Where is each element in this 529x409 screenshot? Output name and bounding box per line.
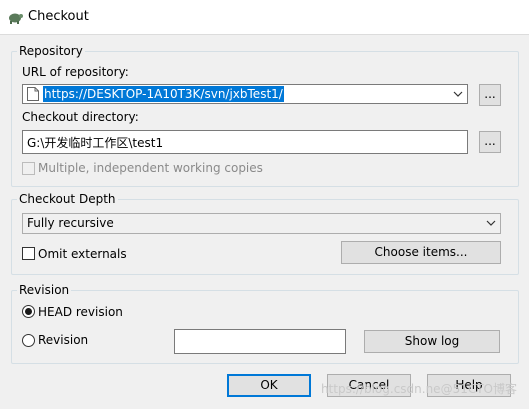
checkout-dir-browse-button[interactable]: ... bbox=[479, 131, 501, 153]
url-browse-button[interactable]: ... bbox=[479, 84, 501, 106]
choose-items-button[interactable]: Choose items... bbox=[341, 241, 501, 264]
chevron-down-icon[interactable] bbox=[486, 218, 496, 228]
chevron-down-icon[interactable] bbox=[453, 89, 463, 99]
radio-selected-dot bbox=[25, 308, 32, 315]
head-revision-radio[interactable] bbox=[22, 305, 35, 318]
omit-externals-checkbox[interactable] bbox=[22, 247, 35, 260]
show-log-button[interactable]: Show log bbox=[364, 330, 500, 353]
window-title: Checkout bbox=[28, 9, 89, 24]
tortoise-icon bbox=[9, 13, 23, 24]
revision-input[interactable] bbox=[174, 329, 346, 354]
ok-button[interactable]: OK bbox=[227, 374, 311, 397]
omit-externals-label: Omit externals bbox=[38, 247, 127, 261]
watermark-text: https://blog.csdn.ne@51CTO博客 bbox=[320, 382, 517, 396]
url-value[interactable]: https://DESKTOP-1A10T3K/svn/jxbTest1/ bbox=[43, 86, 284, 102]
url-label: URL of repository: bbox=[22, 65, 129, 79]
revision-label: Revision bbox=[38, 333, 89, 347]
head-revision-label: HEAD revision bbox=[38, 305, 123, 319]
repository-group-label: Repository bbox=[17, 44, 85, 58]
multiple-copies-label: Multiple, independent working copies bbox=[38, 161, 263, 175]
checkout-dir-field[interactable]: G:\开发临时工作区\test1 bbox=[22, 130, 468, 154]
multiple-copies-checkbox[interactable] bbox=[22, 162, 35, 175]
checkout-dir-value: G:\开发临时工作区\test1 bbox=[27, 136, 164, 150]
url-combobox[interactable]: https://DESKTOP-1A10T3K/svn/jxbTest1/ bbox=[22, 84, 468, 104]
checkout-dir-label: Checkout directory: bbox=[22, 110, 139, 124]
checkout-depth-group-label: Checkout Depth bbox=[17, 192, 118, 206]
revision-radio[interactable] bbox=[22, 334, 35, 347]
document-icon bbox=[27, 87, 39, 101]
depth-select[interactable]: Fully recursive bbox=[22, 213, 501, 234]
revision-group-label: Revision bbox=[17, 283, 72, 297]
title-bar: Checkout bbox=[0, 0, 529, 35]
depth-selected: Fully recursive bbox=[27, 216, 114, 230]
